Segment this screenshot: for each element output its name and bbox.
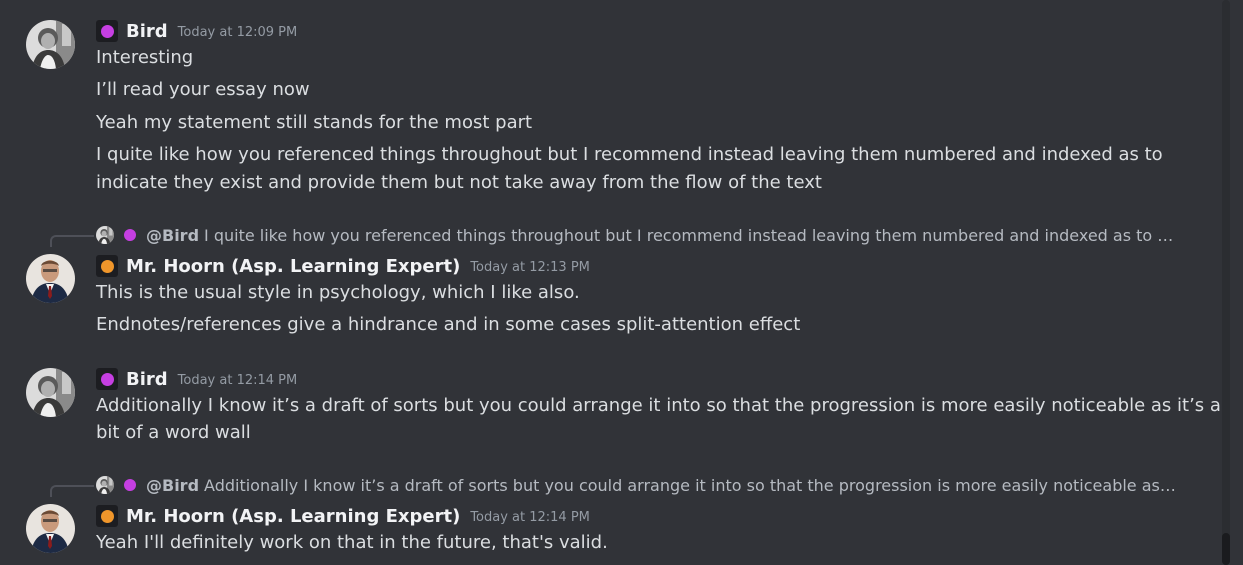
message-header: Bird Today at 12:09 PM — [96, 19, 297, 43]
message-header: Mr. Hoorn (Asp. Learning Expert) Today a… — [96, 504, 590, 528]
username[interactable]: Mr. Hoorn (Asp. Learning Expert) — [126, 506, 460, 527]
reply-text[interactable]: I quite like how you referenced things t… — [204, 226, 1176, 245]
reply-mention[interactable]: @Bird — [146, 476, 199, 495]
reply-preview[interactable]: @Bird Additionally I know it’s a draft o… — [96, 474, 1176, 496]
message-text: Additionally I know it’s a draft of sort… — [96, 395, 1221, 416]
message-text: I quite like how you referenced things t… — [96, 144, 1163, 165]
message-text: indicate they exist and provide them but… — [96, 172, 822, 193]
message-text: bit of a word wall — [96, 422, 251, 443]
timestamp: Today at 12:14 PM — [470, 510, 590, 525]
message-text: This is the usual style in psychology, w… — [96, 282, 580, 303]
role-badge-icon — [96, 368, 118, 390]
message-header: Bird Today at 12:14 PM — [96, 367, 297, 391]
reply-avatar-icon — [96, 476, 114, 494]
username[interactable]: Bird — [126, 21, 168, 42]
scrollbar-track[interactable] — [1222, 0, 1230, 565]
timestamp: Today at 12:09 PM — [177, 25, 298, 40]
message-text: Yeah I'll definitely work on that in the… — [96, 532, 608, 553]
message-header: Mr. Hoorn (Asp. Learning Expert) Today a… — [96, 254, 590, 278]
role-badge-icon — [96, 255, 118, 277]
role-badge-icon — [96, 20, 118, 42]
role-dot-icon — [124, 479, 136, 491]
avatar-hoorn-icon[interactable] — [26, 254, 75, 303]
chat-message-list: Bird Today at 12:09 PM Interesting I’ll … — [0, 0, 1243, 565]
scrollbar-thumb[interactable] — [1222, 533, 1230, 565]
role-badge-icon — [96, 505, 118, 527]
timestamp: Today at 12:13 PM — [470, 260, 590, 275]
username[interactable]: Bird — [126, 369, 168, 390]
role-dot-icon — [124, 229, 136, 241]
reply-text[interactable]: Additionally I know it’s a draft of sort… — [204, 476, 1176, 495]
reply-spine — [50, 235, 94, 247]
reply-spine — [50, 485, 94, 497]
message-text: Yeah my statement still stands for the m… — [96, 112, 533, 133]
avatar-hoorn-icon[interactable] — [26, 504, 75, 553]
reply-preview[interactable]: @Bird I quite like how you referenced th… — [96, 224, 1176, 246]
reply-avatar-icon — [96, 226, 114, 244]
message-text: Endnotes/references give a hindrance and… — [96, 314, 801, 335]
avatar-bird-icon[interactable] — [26, 368, 75, 417]
reply-mention[interactable]: @Bird — [146, 226, 199, 245]
timestamp: Today at 12:14 PM — [177, 373, 298, 388]
message-text: I’ll read your essay now — [96, 79, 310, 100]
username[interactable]: Mr. Hoorn (Asp. Learning Expert) — [126, 256, 460, 277]
avatar-bird-icon[interactable] — [26, 20, 75, 69]
message-text: Interesting — [96, 47, 194, 68]
